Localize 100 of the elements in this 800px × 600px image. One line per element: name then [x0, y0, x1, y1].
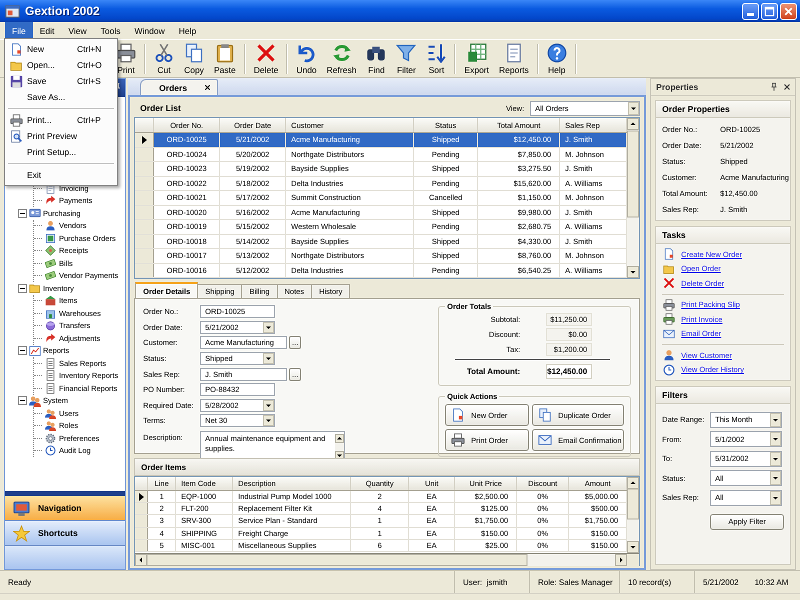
refresh-icon: [332, 42, 352, 62]
toolbar-button[interactable]: Filter: [391, 42, 422, 76]
document-icon: [45, 232, 56, 244]
print-preview-icon: [10, 130, 22, 142]
menu-item[interactable]: Save As...: [5, 89, 117, 105]
vertical-scrollbar[interactable]: [627, 477, 640, 553]
printer-icon: [451, 433, 466, 447]
section-title: Order List: [140, 103, 182, 113]
status-text: Ready: [8, 578, 32, 586]
new-document-icon: [663, 248, 676, 260]
pane-button[interactable]: Shortcuts: [5, 521, 126, 546]
pin-icon[interactable]: [769, 82, 779, 92]
menu-item[interactable]: Open... Ctrl+O: [5, 57, 117, 73]
maximize-icon: [763, 4, 776, 18]
menu-item[interactable]: Save Ctrl+S: [5, 73, 117, 89]
menu-item[interactable]: Window: [127, 22, 172, 39]
row-pointer-icon: [138, 492, 144, 501]
close-icon[interactable]: [782, 82, 792, 92]
toolbar-button[interactable]: Copy: [179, 42, 209, 76]
printer-icon: [663, 298, 676, 311]
toolbar-button[interactable]: Refresh: [322, 42, 362, 76]
close-icon[interactable]: [203, 83, 212, 92]
toolbar-button[interactable]: Export: [459, 42, 494, 76]
status-text: User: jsmith: [463, 578, 508, 586]
panel-title: Properties: [656, 82, 700, 92]
star-icon: [13, 524, 30, 542]
menu-item[interactable]: View: [61, 22, 94, 39]
person-icon: [45, 220, 56, 232]
scrollbar-corner: [627, 554, 640, 566]
group-title: Filters: [656, 387, 790, 404]
folder-icon: [29, 282, 41, 294]
minimize-button[interactable]: [742, 2, 759, 20]
person-icon: [663, 349, 676, 362]
toolbar-button[interactable]: Cut: [149, 42, 179, 76]
menu-item[interactable]: Print Preview: [5, 128, 117, 144]
menu-item[interactable]: File: [5, 22, 33, 39]
delete-icon: [663, 277, 676, 290]
minimize-icon: [747, 12, 754, 16]
copy-icon: [184, 42, 204, 62]
close-button[interactable]: [780, 2, 797, 20]
report-icon: [45, 358, 56, 369]
vertical-scrollbar[interactable]: [335, 434, 344, 460]
vertical-scrollbar[interactable]: [627, 118, 640, 278]
row-pointer-icon: [142, 136, 147, 144]
toolbar-button[interactable]: Undo: [291, 42, 322, 76]
collapse-icon[interactable]: [18, 346, 27, 356]
status-text: Role: Sales Manager: [538, 578, 613, 586]
menu-item[interactable]: Edit: [32, 22, 62, 39]
collapse-icon[interactable]: [18, 396, 27, 406]
folder-icon: [663, 262, 676, 275]
sort-icon: [426, 42, 446, 62]
menu-item[interactable]: Tools: [94, 22, 128, 39]
envelope-icon: [663, 328, 676, 340]
banknote-icon: [45, 270, 56, 282]
close-icon: [782, 4, 795, 18]
report-icon: [45, 382, 56, 394]
arrow-icon: [45, 332, 56, 344]
window-title: Gextion 2002: [25, 4, 101, 18]
printer-icon: [663, 313, 676, 326]
document-tab[interactable]: Orders: [140, 79, 218, 95]
delete-icon: [256, 42, 276, 62]
people-icon: [45, 408, 56, 419]
menu-item[interactable]: Print Setup...: [5, 144, 117, 160]
tag-icon: [45, 245, 56, 256]
clock-icon: [663, 364, 676, 376]
application-icon: [5, 4, 20, 18]
funnel-icon: [396, 42, 416, 62]
chart-icon: [29, 344, 41, 357]
copy-icon: [538, 408, 552, 422]
toolbar-button[interactable]: Paste: [209, 42, 241, 76]
status-date: 5/21/2002: [703, 578, 739, 586]
amount-field: $12,450.00: [546, 364, 592, 378]
status-text: 10 record(s): [628, 578, 672, 586]
menu-item[interactable]: Exit: [5, 167, 117, 183]
clock-icon: [45, 445, 56, 456]
gear-icon: [45, 432, 56, 444]
toolbar-button[interactable]: Delete: [248, 42, 284, 76]
monitor-icon: [13, 500, 30, 516]
section-header: Order Items: [134, 458, 640, 476]
pane-button[interactable]: Navigation: [5, 496, 126, 521]
menu-item[interactable]: New Ctrl+N: [5, 41, 117, 57]
status-time: 10:32 AM: [754, 578, 788, 586]
toolbar-button[interactable]: Help: [542, 42, 572, 76]
collapse-icon[interactable]: [18, 208, 27, 218]
toolbar-button[interactable]: Reports: [494, 42, 534, 76]
collapse-icon[interactable]: [18, 284, 27, 293]
report-icon: [45, 370, 56, 382]
banknote-icon: [45, 258, 56, 269]
floppy-icon: [10, 74, 22, 88]
field-label: Total Amount:: [466, 366, 520, 376]
maximize-button[interactable]: [761, 2, 778, 20]
clipboard-icon: [214, 42, 235, 62]
new-document-icon: [451, 408, 466, 422]
spreadsheet-icon: [466, 42, 487, 62]
building-icon: [45, 308, 56, 319]
menu-item[interactable]: Help: [172, 22, 204, 39]
horizontal-scrollbar[interactable]: [135, 554, 628, 566]
menu-item[interactable]: Print... Ctrl+P: [5, 112, 117, 128]
toolbar-button[interactable]: Sort: [421, 42, 452, 76]
toolbar-button[interactable]: Find: [361, 42, 392, 76]
